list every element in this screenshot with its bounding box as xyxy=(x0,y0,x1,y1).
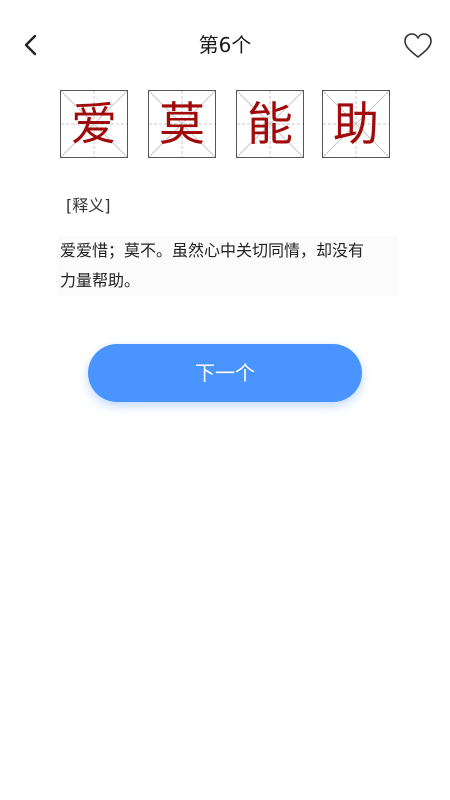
idiom-char: 助 xyxy=(333,97,379,151)
definition-line-2: 力量帮助。 xyxy=(60,271,141,290)
definition-line-1: 爱爱惜；莫不。虽然心中关切同情，却没有 xyxy=(60,241,365,260)
char-box-2: 莫 xyxy=(148,90,216,158)
idiom-char: 莫 xyxy=(159,97,205,151)
idiom-detail-page: 第6个 爱 莫 能 助 [释义] 爱爱惜；莫不。虽然心中关切同情，却没有 力量帮… xyxy=(0,0,450,800)
idiom-char: 能 xyxy=(247,97,293,151)
char-box-3: 能 xyxy=(236,90,304,158)
header-bar: 第6个 xyxy=(0,0,450,90)
definition-label: [释义] xyxy=(66,196,111,215)
char-box-1: 爱 xyxy=(60,90,128,158)
definition-text: 爱爱惜；莫不。虽然心中关切同情，却没有 力量帮助。 xyxy=(58,236,398,296)
idiom-characters: 爱 莫 能 助 xyxy=(60,90,392,160)
next-button[interactable]: 下一个 xyxy=(88,344,362,402)
char-box-4: 助 xyxy=(322,90,390,158)
favorite-button[interactable] xyxy=(402,30,434,62)
page-title: 第6个 xyxy=(198,33,252,57)
idiom-char: 爱 xyxy=(71,97,117,151)
heart-outline-icon xyxy=(404,33,432,58)
